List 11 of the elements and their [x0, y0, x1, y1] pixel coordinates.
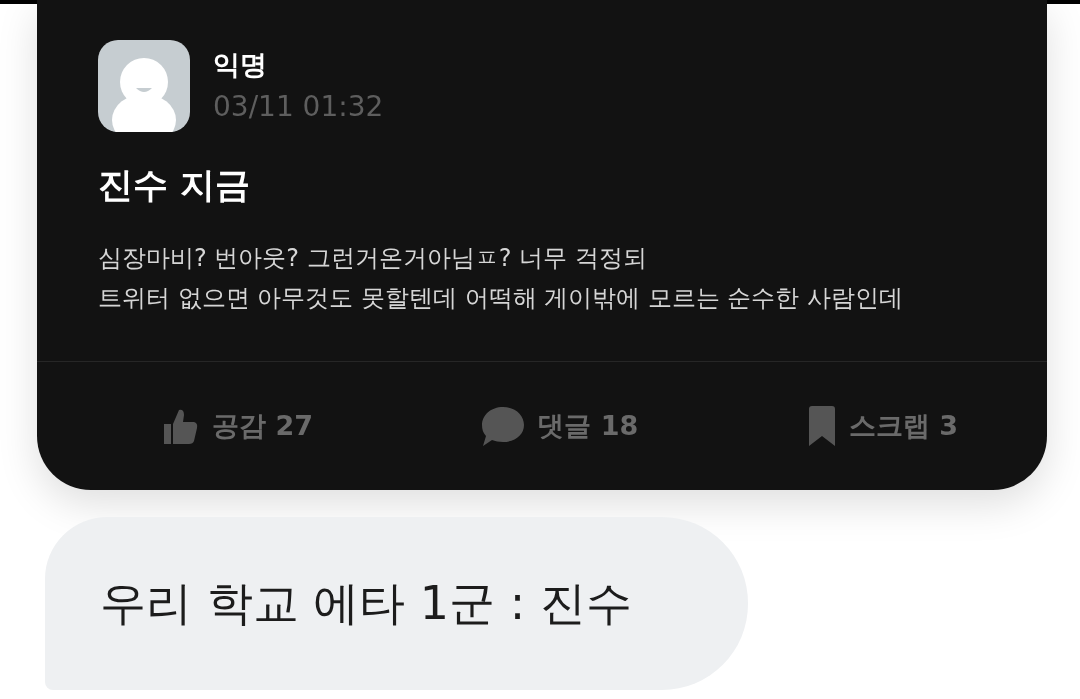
like-button[interactable]: 공감 27 — [160, 406, 313, 446]
author-name: 익명 — [213, 48, 268, 82]
post-timestamp: 03/11 01:32 — [213, 89, 384, 125]
post-title: 진수 지금 — [98, 164, 252, 207]
speech-bubble-icon — [481, 405, 526, 447]
post-body: 심장마비? 번아웃? 그런거온거아님ㅍ? 너무 걱정되 트위터 없으면 아무것도 못할텐데 어떡해 게이밖에 모르는 순수한 사람인데 — [98, 243, 905, 314]
comment-button[interactable]: 댓글 18 — [481, 405, 639, 447]
caption-bubble: 우리 학교 에타 1군 : 진수 — [45, 517, 748, 690]
avatar-icon — [98, 40, 190, 132]
scrap-button[interactable]: 스크랩 3 — [806, 405, 958, 447]
bookmark-icon — [806, 405, 837, 447]
